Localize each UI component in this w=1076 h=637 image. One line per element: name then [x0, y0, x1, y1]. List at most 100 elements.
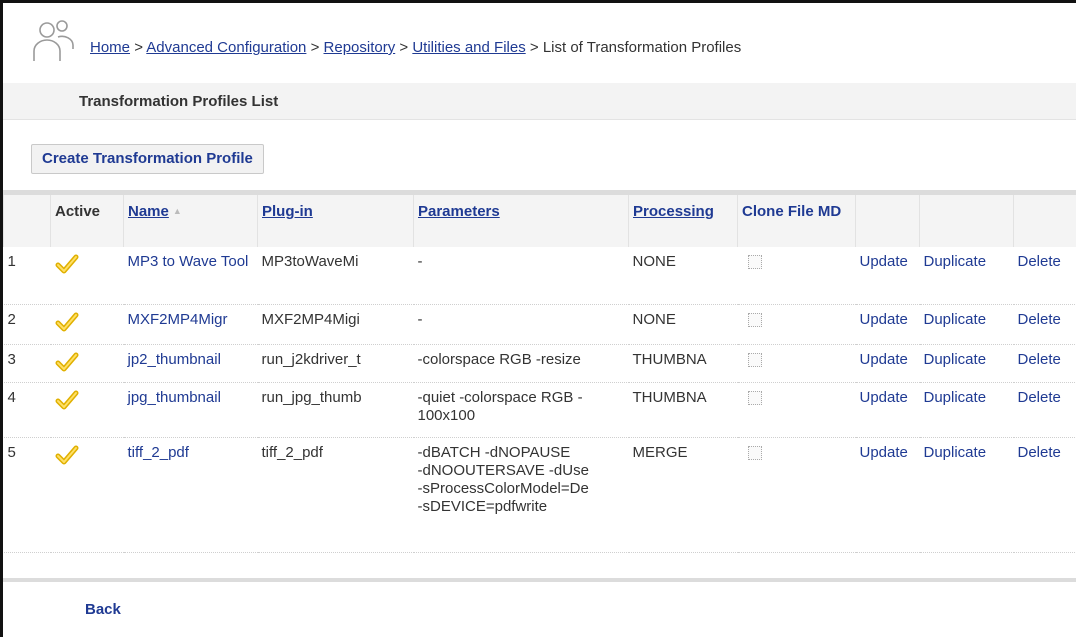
duplicate-link[interactable]: Duplicate: [924, 351, 987, 368]
duplicate-cell: Duplicate: [919, 382, 1014, 438]
parameter-line: -sProcessColorModel=De: [417, 479, 589, 497]
parameter-line: -sDEVICE=pdfwrite: [417, 497, 548, 515]
name-cell[interactable]: jp2_thumbnail: [123, 344, 258, 383]
table-header-row: Active Name ▲ Plug-in Parameters Processi…: [3, 195, 1076, 247]
processing-cell: THUMBNA: [628, 344, 738, 383]
profile-name-link[interactable]: MP3 to Wave Tool: [128, 253, 249, 270]
header: Home > Advanced Configuration > Reposito…: [3, 3, 1076, 83]
column-header-update: [855, 195, 920, 247]
breadcrumb: Home > Advanced Configuration > Reposito…: [90, 39, 741, 56]
column-header-active: Active: [50, 195, 124, 247]
profile-name-link[interactable]: jpg_thumbnail: [128, 389, 221, 406]
column-header-processing-link[interactable]: Processing: [633, 203, 714, 220]
breadcrumb-advanced-configuration[interactable]: Advanced Configuration: [146, 39, 306, 56]
delete-cell: Delete: [1013, 247, 1076, 305]
column-header-delete: [1013, 195, 1076, 247]
duplicate-cell: Duplicate: [919, 304, 1014, 345]
clone-file-md-checkbox[interactable]: [747, 445, 762, 460]
clone-file-md-cell: [737, 344, 856, 383]
row-index: 3: [3, 344, 51, 383]
parameters-cell: -dBATCH -dNOPAUSE -dNOOUTERSAVE -dUse -sPr…: [413, 437, 629, 553]
clone-file-md-checkbox[interactable]: [747, 390, 762, 405]
clone-file-md-checkbox[interactable]: [747, 312, 762, 327]
column-header-parameters-link[interactable]: Parameters: [418, 203, 500, 220]
row-index: 5: [3, 437, 51, 553]
update-link[interactable]: Update: [860, 253, 908, 270]
delete-link[interactable]: Delete: [1018, 311, 1061, 328]
clone-file-md-cell: [737, 304, 856, 345]
active-cell: [50, 344, 124, 383]
panel-title-bar: Transformation Profiles List: [3, 83, 1076, 120]
breadcrumb-separator: >: [529, 39, 539, 56]
column-header-plugin[interactable]: Plug-in: [257, 195, 414, 247]
delete-cell: Delete: [1013, 437, 1076, 553]
parameters-cell: -quiet -colorspace RGB -100x100: [413, 382, 629, 438]
name-cell[interactable]: tiff_2_pdf: [123, 437, 258, 553]
clone-file-md-checkbox[interactable]: [747, 352, 762, 367]
update-link[interactable]: Update: [860, 311, 908, 328]
user-group-icon: [33, 20, 74, 61]
duplicate-cell: Duplicate: [919, 344, 1014, 383]
delete-cell: Delete: [1013, 344, 1076, 383]
duplicate-cell: Duplicate: [919, 247, 1014, 305]
parameters-cell: -: [413, 247, 629, 305]
update-link[interactable]: Update: [860, 351, 908, 368]
check-icon: [55, 312, 78, 331]
breadcrumb-home[interactable]: Home: [90, 39, 130, 56]
delete-cell: Delete: [1013, 382, 1076, 438]
check-icon: [55, 390, 78, 409]
update-link[interactable]: Update: [860, 389, 908, 406]
duplicate-link[interactable]: Duplicate: [924, 253, 987, 270]
column-header-name[interactable]: Name ▲: [123, 195, 258, 247]
parameters-cell: -colorspace RGB -resize: [413, 344, 629, 383]
profiles-table: Active Name ▲ Plug-in Parameters Processi…: [3, 195, 1076, 553]
update-cell: Update: [855, 344, 920, 383]
plugin-cell: MP3toWaveMi: [257, 247, 414, 305]
parameter-line: -quiet -colorspace RGB -: [417, 388, 583, 406]
update-cell: Update: [855, 382, 920, 438]
column-header-plugin-link[interactable]: Plug-in: [262, 203, 313, 220]
table-row: 5 tiff_2_pdf tiff_2_pdf -dBATCH -dNOPAUSE -d…: [3, 437, 1076, 553]
column-header-name-link[interactable]: Name: [128, 203, 169, 220]
delete-link[interactable]: Delete: [1018, 389, 1061, 406]
row-index: 4: [3, 382, 51, 438]
processing-cell: NONE: [628, 304, 738, 345]
grid-bottom-divider: [3, 578, 1076, 582]
plugin-cell: run_j2kdriver_t: [257, 344, 414, 383]
duplicate-link[interactable]: Duplicate: [924, 389, 987, 406]
column-header-parameters[interactable]: Parameters: [413, 195, 629, 247]
profile-name-link[interactable]: jp2_thumbnail: [128, 351, 221, 368]
active-cell: [50, 382, 124, 438]
row-index: 1: [3, 247, 51, 305]
update-cell: Update: [855, 437, 920, 553]
delete-link[interactable]: Delete: [1018, 253, 1061, 270]
profile-name-link[interactable]: tiff_2_pdf: [128, 444, 189, 461]
update-link[interactable]: Update: [860, 444, 908, 461]
plugin-cell: run_jpg_thumb: [257, 382, 414, 438]
duplicate-cell: Duplicate: [919, 437, 1014, 553]
duplicate-link[interactable]: Duplicate: [924, 311, 987, 328]
duplicate-link[interactable]: Duplicate: [924, 444, 987, 461]
parameter-line: -colorspace RGB -resize: [417, 350, 581, 368]
breadcrumb-repository[interactable]: Repository: [324, 39, 396, 56]
parameter-line: 100x100: [417, 406, 476, 424]
clone-file-md-checkbox[interactable]: [747, 255, 762, 269]
breadcrumb-utilities-and-files[interactable]: Utilities and Files: [412, 39, 525, 56]
table-row: 2 MXF2MP4Migr MXF2MP4Migi - NONE Update Duplic…: [3, 304, 1076, 345]
delete-link[interactable]: Delete: [1018, 444, 1061, 461]
create-transformation-profile-button[interactable]: Create Transformation Profile: [31, 144, 264, 174]
column-header-processing[interactable]: Processing: [628, 195, 738, 247]
check-icon: [55, 352, 78, 371]
active-cell: [50, 247, 124, 305]
name-cell[interactable]: MXF2MP4Migr: [123, 304, 258, 345]
check-icon: [55, 445, 78, 464]
clone-file-md-cell: [737, 247, 856, 305]
delete-link[interactable]: Delete: [1018, 351, 1061, 368]
breadcrumb-separator: >: [310, 39, 320, 56]
profile-name-link[interactable]: MXF2MP4Migr: [128, 311, 228, 328]
back-link[interactable]: Back: [85, 601, 121, 618]
parameters-cell: -: [413, 304, 629, 345]
clone-file-md-cell: [737, 437, 856, 553]
name-cell[interactable]: jpg_thumbnail: [123, 382, 258, 438]
name-cell[interactable]: MP3 to Wave Tool: [123, 247, 258, 305]
